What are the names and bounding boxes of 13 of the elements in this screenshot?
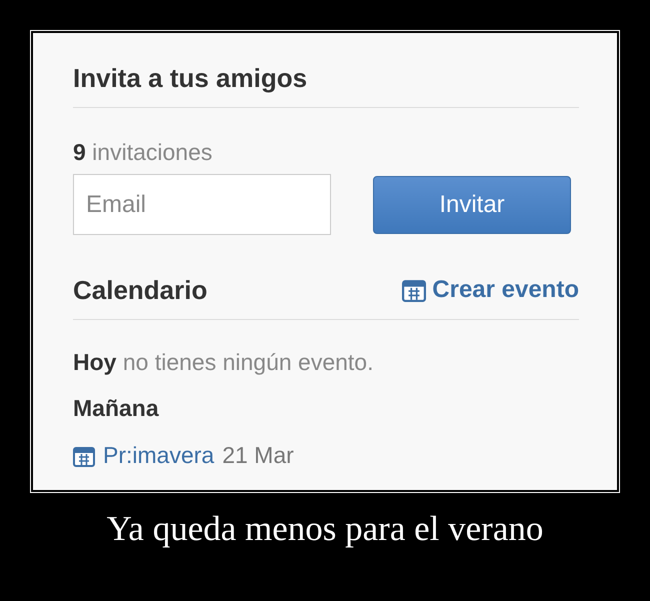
today-message: Hoy no tienes ningún evento.	[73, 348, 374, 376]
calendar-icon	[402, 278, 426, 302]
tomorrow-label: Mañana	[73, 394, 160, 422]
poster-caption: Ya queda menos para el verano	[106, 509, 544, 549]
section-title: Calendario	[73, 275, 208, 305]
calendar-icon	[73, 444, 95, 466]
create-event-link[interactable]: Crear evento	[402, 276, 579, 304]
invitation-count: 9 invitaciones	[73, 138, 214, 166]
invite-button[interactable]: Invitar	[373, 176, 571, 234]
email-field[interactable]: Email	[73, 174, 331, 235]
section-title: Invita a tus amigos	[73, 63, 308, 93]
event-link[interactable]: Pr:imavera	[103, 442, 214, 469]
event-date: 21 Mar	[222, 442, 294, 469]
